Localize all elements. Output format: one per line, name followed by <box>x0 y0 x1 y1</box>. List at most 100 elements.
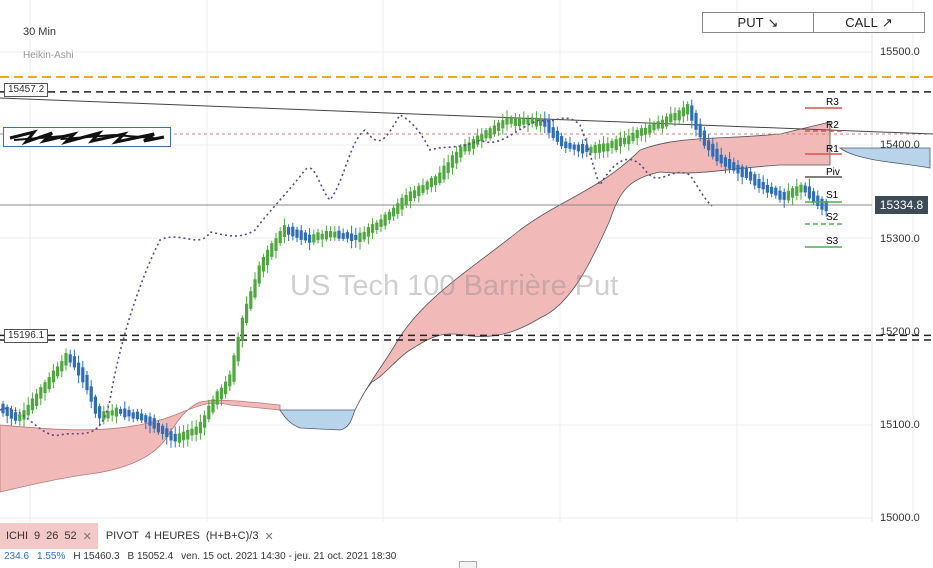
candle-body <box>698 123 702 138</box>
close-icon[interactable]: ✕ <box>83 530 92 543</box>
candle-body <box>497 122 501 131</box>
candle-body <box>488 128 492 139</box>
candle-body <box>56 366 60 377</box>
candle-body <box>358 232 362 243</box>
candle-body <box>404 195 408 205</box>
candle-body <box>551 127 555 138</box>
lower-level-label[interactable]: 15196.1 <box>4 329 49 343</box>
candle-body <box>173 433 177 442</box>
candle-body <box>392 207 396 217</box>
pivot-indicator-tag[interactable]: PIVOT 4 HEURES (H+B+C)/3 ✕ <box>98 526 282 547</box>
candle-body <box>602 143 606 152</box>
candle-body <box>572 144 576 150</box>
put-button[interactable]: PUT ↘ <box>703 13 813 32</box>
candle-body <box>660 119 664 129</box>
candle-body <box>786 190 790 201</box>
candle-body <box>618 137 622 147</box>
candle-body <box>375 222 379 230</box>
candle-body <box>673 112 677 121</box>
candle-body <box>324 230 328 240</box>
candle-body <box>18 414 22 422</box>
candle-body <box>140 413 144 421</box>
candle-body <box>593 144 597 154</box>
candle-body <box>312 234 316 243</box>
candle-body <box>732 162 736 171</box>
candle-body <box>165 428 169 438</box>
date-range: ven. 15 oct. 2021 14:30 - jeu. 21 oct. 2… <box>181 550 397 562</box>
candle-body <box>408 191 412 202</box>
candle-body <box>190 428 194 436</box>
candle-body <box>22 410 26 420</box>
candle-body <box>43 382 47 394</box>
candle-body <box>820 198 824 210</box>
chart-area[interactable]: 30 Min Heikin-Ashi PUT ↘ CALL ↗ 15457.2 … <box>0 0 933 567</box>
candle-body <box>812 191 816 202</box>
candle-body <box>711 143 715 157</box>
candle-body <box>723 157 727 167</box>
candle-body <box>765 184 769 193</box>
candle-body <box>207 405 211 420</box>
candle-body <box>253 279 257 298</box>
candle-body <box>131 412 135 419</box>
candle-body <box>484 130 488 139</box>
kumo-bear-cloud <box>279 409 356 431</box>
candle-body <box>753 174 757 186</box>
trade-buttons: PUT ↘ CALL ↗ <box>702 12 925 33</box>
candle-body <box>98 406 102 419</box>
pivot-label-r3: R3 <box>826 97 839 108</box>
candle-body <box>182 431 186 441</box>
candle-body <box>161 425 165 434</box>
pivot-label-s3: S3 <box>826 236 839 247</box>
candle-body <box>299 230 303 240</box>
ichimoku-indicator-tag[interactable]: ICHI 9 26 52 ✕ <box>0 523 98 549</box>
candle-body <box>387 211 391 220</box>
candle-body <box>333 231 337 238</box>
candle-body <box>446 162 450 173</box>
candle-body <box>803 185 807 193</box>
candle-body <box>639 128 643 136</box>
upper-level-label[interactable]: 15457.2 <box>4 83 49 97</box>
candle-body <box>770 186 774 194</box>
candle-body <box>652 123 656 131</box>
candle-body <box>429 178 433 188</box>
candle-body <box>215 391 219 405</box>
candle-body <box>240 317 244 342</box>
candle-body <box>644 127 648 135</box>
candle-body <box>606 143 610 152</box>
candle-body <box>778 190 782 200</box>
call-button[interactable]: CALL ↗ <box>813 13 924 32</box>
candle-body <box>707 140 711 151</box>
candle-body <box>761 181 765 190</box>
candle-body <box>534 117 538 127</box>
timeframe-label[interactable]: 30 Min <box>23 26 56 38</box>
candle-body <box>232 355 236 382</box>
candle-body <box>555 130 559 142</box>
candle-body <box>362 231 366 240</box>
candle-body <box>492 125 496 135</box>
candle-body <box>194 426 198 435</box>
ichimoku-param: 9 <box>34 530 41 542</box>
candle-body <box>89 386 93 402</box>
candle-body <box>455 151 459 164</box>
candle-body <box>219 387 223 400</box>
candle-body <box>425 181 429 190</box>
pivot-formula: (H+B+C)/3 <box>205 530 259 542</box>
candle-body <box>295 229 299 238</box>
candle-body <box>68 354 72 363</box>
candle-body <box>291 226 295 237</box>
candle-body <box>522 118 526 125</box>
candle-body <box>245 303 249 324</box>
candle-body <box>581 143 585 154</box>
candle-body <box>480 134 484 141</box>
candle-body <box>60 361 64 372</box>
candle-body <box>350 233 354 242</box>
candle-body <box>144 415 148 423</box>
low-value: B 15052.4 <box>127 550 174 562</box>
pivot-label-s2: S2 <box>826 212 839 223</box>
current-price-tag: 15334.8 <box>875 196 928 214</box>
change-percent: 1.55% <box>37 550 66 562</box>
candle-body <box>736 164 740 174</box>
candle-body <box>614 139 618 151</box>
close-icon[interactable]: ✕ <box>264 530 273 543</box>
candle-body <box>282 225 286 237</box>
